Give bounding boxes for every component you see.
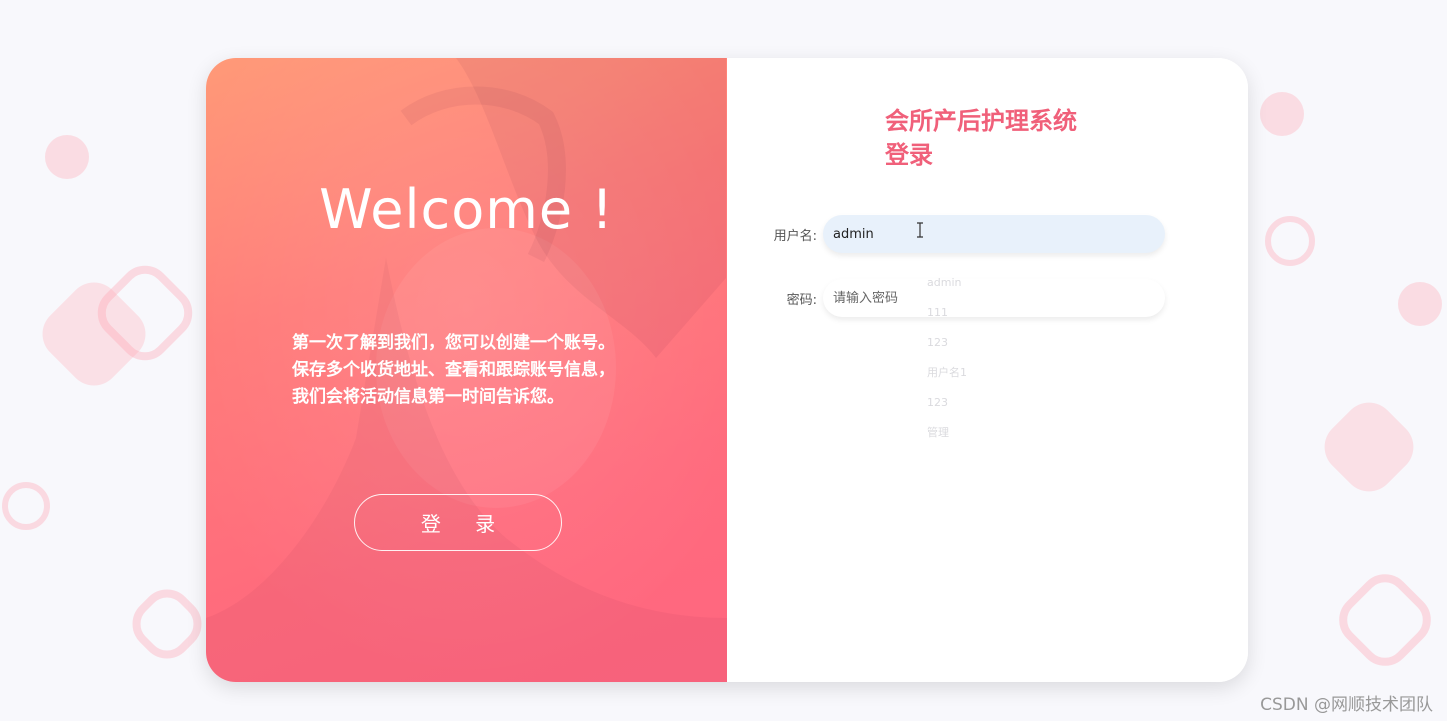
intro-line: 我们会将活动信息第一时间告诉您。 xyxy=(292,387,564,407)
page: Welcome ! 第一次了解到我们，您可以创建一个账号。 保存多个收货地址、查… xyxy=(0,0,1447,721)
autocomplete-item[interactable]: 123 xyxy=(927,388,1047,418)
autocomplete-item[interactable]: admin xyxy=(927,268,1047,298)
login-button[interactable]: 登 录 xyxy=(354,494,562,551)
autocomplete-item[interactable]: 用户名1 xyxy=(927,358,1047,388)
decor-ring xyxy=(2,482,50,530)
autocomplete-item[interactable]: 管理 xyxy=(927,418,1047,448)
autocomplete-item[interactable]: 123 xyxy=(927,328,1047,358)
welcome-heading: Welcome ! xyxy=(319,178,614,241)
decor-diamond-ring xyxy=(121,578,213,670)
intro-line: 第一次了解到我们，您可以创建一个账号。 xyxy=(292,333,615,353)
watermark: CSDN @网顺技术团队 xyxy=(1260,695,1433,715)
decor-bubble xyxy=(45,135,89,179)
text-cursor-icon xyxy=(917,222,923,238)
autocomplete-dropdown: admin 111 123 用户名1 123 管理 xyxy=(927,268,1047,448)
decor-diamond xyxy=(1313,391,1425,503)
username-input[interactable] xyxy=(823,215,1165,253)
password-label: 密码: xyxy=(786,292,817,308)
intro-text: 第一次了解到我们，您可以创建一个账号。 保存多个收货地址、查看和跟踪账号信息， … xyxy=(292,330,672,411)
system-title: 会所产后护理系统 登录 xyxy=(885,104,1125,172)
intro-line: 保存多个收货地址、查看和跟踪账号信息， xyxy=(292,360,615,380)
welcome-panel: Welcome ! 第一次了解到我们，您可以创建一个账号。 保存多个收货地址、查… xyxy=(206,58,727,682)
system-title-line: 会所产后护理系统 xyxy=(885,107,1077,135)
decor-bubble xyxy=(1398,282,1442,326)
decor-ring xyxy=(1265,216,1315,266)
autocomplete-item[interactable]: 111 xyxy=(927,298,1047,328)
decor-bubble xyxy=(1260,92,1304,136)
username-row: 用户名: xyxy=(727,215,1165,253)
system-title-line: 登录 xyxy=(885,141,933,169)
decor-diamond-ring xyxy=(1328,563,1442,677)
login-card: Welcome ! 第一次了解到我们，您可以创建一个账号。 保存多个收货地址、查… xyxy=(206,58,1248,682)
login-form-panel: 会所产后护理系统 登录 用户名: 密码: admin 111 123 用户名1 … xyxy=(727,58,1248,682)
username-label: 用户名: xyxy=(773,228,817,244)
